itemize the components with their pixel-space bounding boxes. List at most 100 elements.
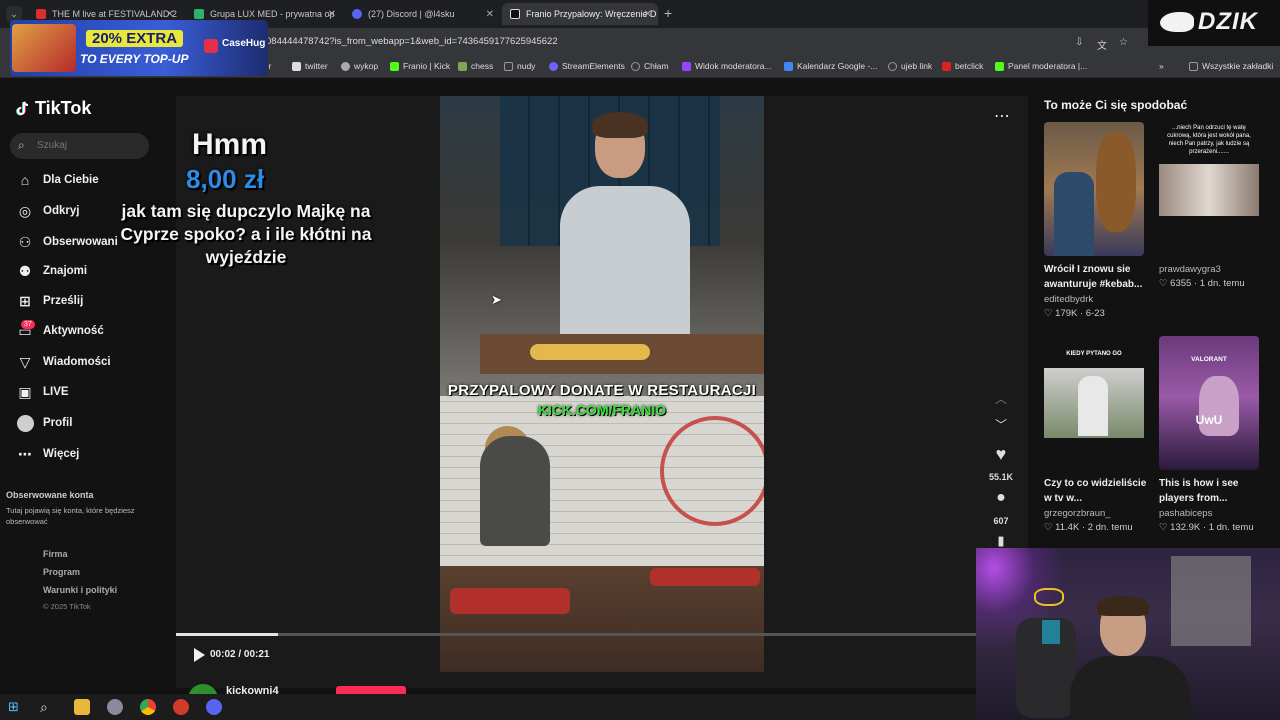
bookmark-label: twitter bbox=[305, 61, 328, 71]
nav-dla-ciebie[interactable]: ⌂ Dla Ciebie bbox=[16, 169, 99, 191]
file-explorer-icon[interactable] bbox=[74, 699, 90, 715]
suggestions-panel: To może Ci się spodobać Wrócił I znowu s… bbox=[1036, 88, 1280, 548]
chrome-icon[interactable] bbox=[140, 699, 156, 715]
nav-wiadomosci[interactable]: ▽ Wiadomości bbox=[16, 351, 111, 373]
bookmark-star-icon[interactable]: ☆ bbox=[1119, 37, 1128, 48]
video-player[interactable]: PRZYPALOWY DONATE W RESTAURACJI KICK.COM… bbox=[121, 96, 1028, 714]
translate-icon[interactable]: 文 bbox=[1097, 37, 1107, 52]
mouse-cursor-icon: ➤ bbox=[491, 292, 502, 307]
close-tab-icon[interactable]: ✕ bbox=[486, 9, 494, 20]
activity-badge: 37 bbox=[21, 320, 35, 329]
all-bookmarks-folder[interactable]: Wszystkie zakładki bbox=[1189, 61, 1273, 71]
url-text[interactable]: 084444478742?is_from_webapp=1&web_id=743… bbox=[266, 36, 558, 47]
nav-profil[interactable]: Profil bbox=[16, 412, 72, 434]
bookmark-label: Wszystkie zakładki bbox=[1202, 61, 1274, 71]
app-icon[interactable] bbox=[107, 699, 123, 715]
tab-title: Grupa LUX MED - prywatna op bbox=[210, 9, 335, 19]
search-icon: ⌕ bbox=[18, 138, 25, 152]
tiktok-logo[interactable]: TikTok bbox=[16, 98, 91, 119]
bookmark-streamelements[interactable]: StreamElements bbox=[549, 61, 625, 71]
suggestion-card[interactable]: VALORANT UwU This is how i see players f… bbox=[1159, 336, 1267, 536]
video-scene-person bbox=[560, 112, 690, 356]
app-icon[interactable] bbox=[173, 699, 189, 715]
suggestion-author[interactable]: pashabiceps bbox=[1159, 508, 1212, 519]
suggestion-thumbnail bbox=[1044, 122, 1144, 256]
bookmark-ujeb-link[interactable]: ujeb link bbox=[888, 61, 932, 71]
install-app-icon[interactable]: ⇩ bbox=[1075, 37, 1083, 48]
nav-live[interactable]: ▣ LIVE bbox=[16, 381, 68, 403]
search-icon[interactable]: ⌕ bbox=[40, 699, 56, 715]
more-options-icon[interactable]: ⋯ bbox=[994, 106, 1011, 126]
suggestion-thumbnail: KIEDY PYTANO GO bbox=[1044, 336, 1144, 470]
video-progress-bar[interactable] bbox=[176, 633, 1028, 636]
suggestion-card[interactable]: KIEDY PYTANO GO Czy to co widzieliście w… bbox=[1044, 336, 1152, 536]
bookmark-panel-moderatora[interactable]: Panel moderatora |... bbox=[995, 61, 1087, 71]
search-input[interactable] bbox=[37, 140, 137, 151]
windows-start-icon[interactable]: ⊞ bbox=[8, 699, 24, 715]
bookmarks-overflow-button[interactable]: » bbox=[1159, 61, 1164, 71]
nav-label: Więcej bbox=[43, 448, 80, 460]
streamer-webcam bbox=[976, 548, 1280, 720]
chess-icon bbox=[458, 61, 467, 71]
nav-znajomi[interactable]: ⚉ Znajomi bbox=[16, 260, 87, 282]
play-icon[interactable] bbox=[192, 647, 206, 663]
discord-icon[interactable] bbox=[206, 699, 222, 715]
close-tab-icon[interactable]: ✕ bbox=[328, 9, 336, 20]
bookmark-chess[interactable]: chess bbox=[458, 61, 493, 71]
close-tab-icon[interactable]: ✕ bbox=[166, 9, 174, 20]
casehug-ad-banner[interactable]: 20% EXTRA TO EVERY TOP-UP CaseHug bbox=[10, 20, 268, 76]
browser-tab-3[interactable]: (27) Discord | @l4sku ✕ bbox=[344, 3, 500, 25]
luxmed-icon bbox=[194, 9, 204, 19]
suggestion-author[interactable]: editedbydrk bbox=[1044, 294, 1093, 305]
nav-przeslij[interactable]: ⊞ Prześlij bbox=[16, 290, 83, 312]
bookmark-widok-moderatora[interactable]: Widok moderatora... bbox=[682, 61, 772, 71]
bookmark-betclick[interactable]: betclick bbox=[942, 61, 983, 71]
video-caption-title: PRZYPALOWY DONATE W RESTAURACJI bbox=[447, 382, 757, 399]
nav-label: Dla Ciebie bbox=[43, 174, 99, 186]
nav-label: Profil bbox=[43, 417, 73, 429]
nav-wiecej[interactable]: ⋯ Więcej bbox=[16, 443, 79, 465]
casehug-logo-icon bbox=[204, 39, 218, 53]
messages-icon: ▽ bbox=[19, 353, 31, 370]
footer-link-firma[interactable]: Firma bbox=[43, 549, 68, 559]
thumbnail-caption: ...niech Pan odrzuci tę watę cukrową, kt… bbox=[1167, 125, 1251, 155]
suggestion-card[interactable]: Wrócił I znowu sie awanturuje #kebab... … bbox=[1044, 122, 1152, 322]
previous-video-icon[interactable]: ︿ bbox=[988, 390, 1014, 407]
boar-icon bbox=[1160, 12, 1194, 32]
footer-link-program[interactable]: Program bbox=[43, 567, 80, 577]
bookmark-nudy[interactable]: nudy bbox=[504, 61, 535, 71]
browser-tab-4-active[interactable]: Franio Przypalowy: Wręczenie D ✕ bbox=[502, 3, 658, 25]
bookmark-label: wykop bbox=[354, 61, 379, 71]
search-box[interactable]: ⌕ bbox=[10, 133, 149, 159]
video-frame[interactable]: PRZYPALOWY DONATE W RESTAURACJI KICK.COM… bbox=[440, 96, 764, 672]
twitch-icon bbox=[682, 61, 691, 71]
bookmark-twitter[interactable]: twitter bbox=[292, 61, 328, 71]
home-icon: ⌂ bbox=[20, 172, 30, 188]
bookmark-kalendarz[interactable]: Kalendarz Google -... bbox=[784, 61, 877, 71]
tiktok-note-icon bbox=[16, 101, 29, 115]
like-heart-icon[interactable]: ♥ bbox=[988, 444, 1014, 465]
bookmark-icon[interactable]: ▮ bbox=[988, 533, 1014, 549]
suggestion-thumbnail: VALORANT UwU bbox=[1159, 336, 1259, 470]
nav-label: Prześlij bbox=[43, 295, 84, 307]
bookmark-chlam[interactable]: Chłam bbox=[631, 61, 669, 71]
video-scene-pizza-logo bbox=[660, 416, 764, 526]
bookmark-wykop[interactable]: wykop bbox=[341, 61, 378, 71]
suggestion-stats: ♡ 179K · 6-23 bbox=[1044, 308, 1105, 319]
suggestion-thumbnail: ...niech Pan odrzuci tę watę cukrową, kt… bbox=[1159, 122, 1259, 256]
footer-link-warunki[interactable]: Warunki i polityki bbox=[43, 585, 117, 595]
globe-icon bbox=[888, 61, 897, 71]
next-video-icon[interactable]: ﹀ bbox=[988, 416, 1014, 433]
suggestion-author[interactable]: prawdawygra3 bbox=[1159, 264, 1221, 275]
bookmark-franio-kick[interactable]: Franio | Kick bbox=[390, 61, 450, 71]
comment-icon[interactable]: ● bbox=[988, 489, 1014, 507]
bookmark-label: ujeb link bbox=[901, 61, 933, 71]
donation-amount: 8,00 zł bbox=[186, 164, 265, 194]
suggestion-card[interactable]: ...niech Pan odrzuci tę watę cukrową, kt… bbox=[1159, 122, 1267, 322]
suggestion-author[interactable]: grzegorzbraun_ bbox=[1044, 508, 1111, 519]
nav-odkryj[interactable]: ◎ Odkryj bbox=[16, 200, 80, 222]
youtube-icon bbox=[36, 9, 46, 19]
new-tab-button[interactable]: + bbox=[664, 5, 672, 21]
close-tab-icon[interactable]: ✕ bbox=[644, 9, 652, 20]
following-icon: ⚇ bbox=[18, 233, 32, 250]
